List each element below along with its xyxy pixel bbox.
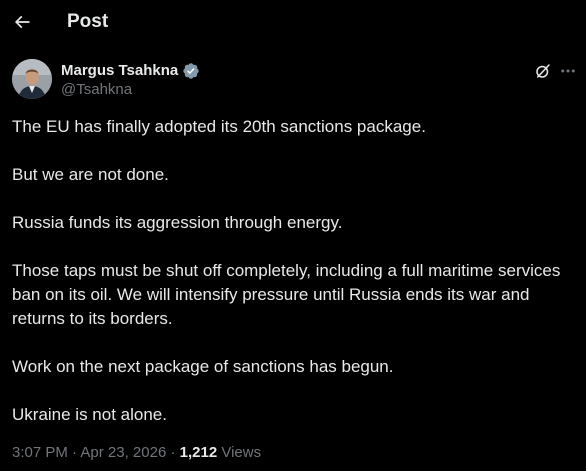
meta-separator: · [170,444,176,461]
post-paragraph: The EU has finally adopted its 20th sanc… [12,117,426,136]
post-paragraph: Russia funds its aggression through ener… [12,213,343,232]
back-button[interactable] [6,6,38,38]
author-handle[interactable]: @Tsahkna [61,81,132,99]
page-title: Post [67,11,109,32]
author-row: Margus Tsahkna [61,61,200,81]
author-name[interactable]: Margus Tsahkna [61,61,178,81]
post-text: The EU has finally adopted its 20th sanc… [12,115,582,427]
post-paragraph: Ukraine is not alone. [12,405,167,424]
grok-icon [536,64,550,78]
post-paragraph: Those taps must be shut off completely, … [12,261,561,328]
avatar[interactable] [12,59,52,99]
avatar-image [12,59,52,99]
more-horizontal-icon [561,69,575,73]
more-options-button[interactable] [556,59,580,83]
header-bar: Post [0,0,586,44]
post-paragraph: Work on the next package of sanctions ha… [12,357,394,376]
post-date[interactable]: Apr 23, 2026 [80,444,166,461]
views-count: 1,212 [179,444,218,461]
arrow-left-icon [14,15,30,29]
post-meta: 3:07 PM · Apr 23, 2026 · 1,212 Views [12,443,261,463]
post-paragraph: But we are not done. [12,165,169,184]
grok-button[interactable] [531,59,555,83]
post-time[interactable]: 3:07 PM [12,444,68,461]
views-label: Views [221,444,262,461]
meta-separator: · [72,444,78,461]
verified-badge-icon [183,63,199,79]
